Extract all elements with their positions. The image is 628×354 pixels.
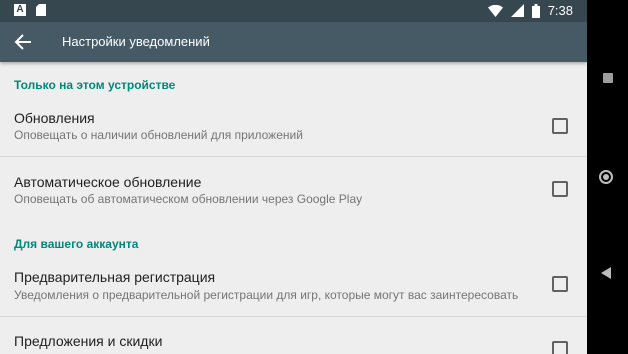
- updates-checkbox[interactable]: [552, 118, 568, 134]
- battery-icon: [531, 3, 540, 18]
- setting-title: Автоматическое обновление: [14, 174, 202, 190]
- status-bar: A 7:38: [0, 0, 587, 22]
- setting-item-auto-update[interactable]: Автоматическое обновление Оповещать об а…: [0, 165, 587, 221]
- section-header-account: Для вашего аккаунта: [14, 237, 139, 251]
- settings-screen: A 7:38 Настройки уведомлений Только на э…: [0, 0, 587, 354]
- setting-title: Обновления: [14, 110, 95, 126]
- wifi-icon: [487, 4, 503, 17]
- offers-checkbox[interactable]: [552, 341, 568, 354]
- status-time: 7:38: [547, 3, 573, 18]
- divider: [0, 156, 587, 157]
- setting-item-preregistration[interactable]: Предварительная регистрация Уведомления …: [0, 260, 587, 316]
- section-header-device: Только на этом устройстве: [14, 78, 176, 92]
- status-left-icons: A: [14, 4, 46, 16]
- setting-title: Предварительная регистрация: [14, 269, 216, 285]
- page-title: Настройки уведомлений: [62, 34, 210, 49]
- preregistration-checkbox[interactable]: [552, 276, 568, 292]
- sd-card-icon: [36, 4, 46, 16]
- setting-subtitle: Оповещать о наличии обновлений для прило…: [14, 128, 303, 142]
- status-right-icons: 7:38: [487, 3, 573, 18]
- back-triangle-icon[interactable]: [601, 267, 611, 279]
- auto-update-checkbox[interactable]: [552, 181, 568, 197]
- setting-item-updates[interactable]: Обновления Оповещать о наличии обновлени…: [0, 100, 587, 156]
- toolbar: Настройки уведомлений: [0, 22, 587, 62]
- signal-icon: [510, 4, 524, 17]
- recents-square-icon[interactable]: [603, 73, 613, 83]
- arrow-back-icon[interactable]: [14, 33, 32, 51]
- setting-subtitle: Оповещать об автоматическом обновлении ч…: [14, 192, 363, 206]
- a-notification-icon: A: [14, 4, 26, 16]
- navigation-bar: [587, 0, 628, 354]
- divider: [0, 316, 587, 317]
- setting-item-offers[interactable]: Предложения и скидки: [0, 325, 587, 354]
- setting-subtitle: Уведомления о предварительной регистраци…: [14, 288, 519, 302]
- setting-title: Предложения и скидки: [14, 333, 163, 349]
- home-circle-icon[interactable]: [599, 170, 613, 184]
